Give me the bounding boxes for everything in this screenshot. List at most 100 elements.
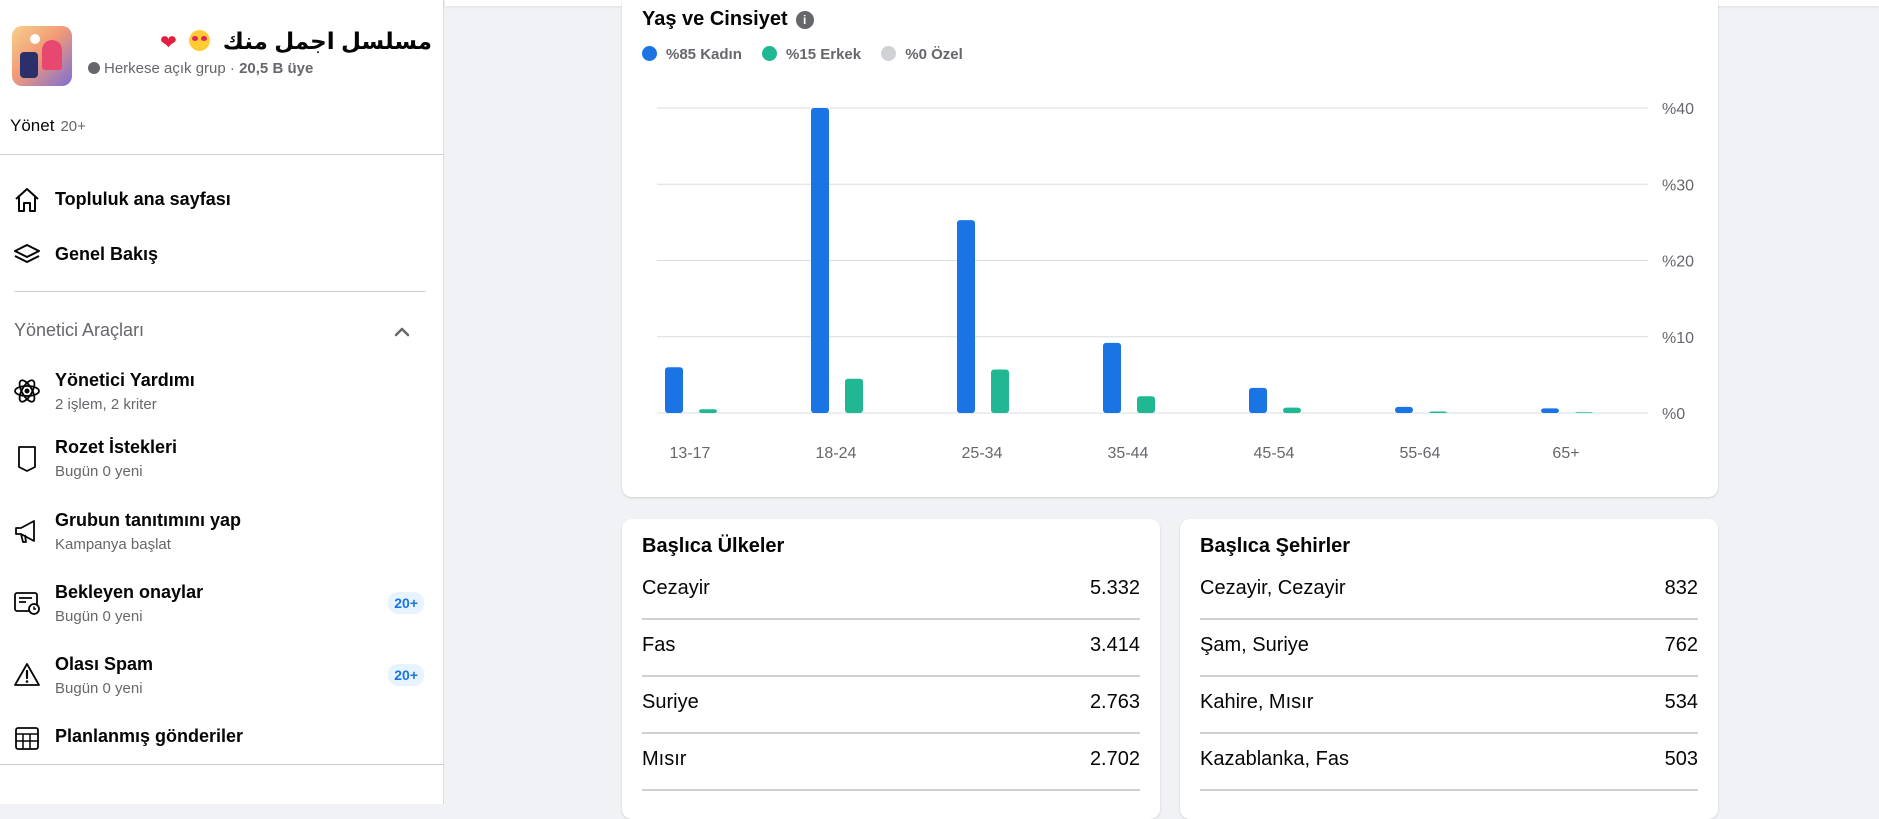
nav-item-scheduled-posts[interactable]: Planlanmış gönderiler: [12, 716, 432, 760]
city-name: Şam, Suriye: [1200, 634, 1309, 656]
age-gender-bar-chart: %0 %10 %20 %30 %40 13-17 18-24 25-34 35-44 45-54 5…: [657, 101, 1694, 462]
country-name: Mısır: [642, 748, 687, 770]
nav-item-potential-spam[interactable]: Olası Spam Bugün 0 yeni 20+: [12, 648, 432, 702]
nav-sublabel: Bugün 0 yeni: [55, 608, 143, 625]
home-icon: [15, 188, 39, 212]
nav-item-community-home[interactable]: Topluluk ana sayfası: [12, 176, 432, 224]
pending-approvals-icon: [14, 592, 40, 615]
nav-item-overview[interactable]: Genel Bakış: [12, 231, 432, 279]
group-header[interactable]: مسلسل اجمل منك ❤ Herkese açık grup · 20,…: [12, 22, 432, 92]
nav-label: Genel Bakış: [55, 244, 159, 264]
meta-separator: ·: [225, 60, 240, 77]
list-item: Cezayir 5.332: [642, 563, 1140, 620]
nav-item-promote-group[interactable]: Grubun tanıtımını yap Kampanya başlat: [12, 504, 432, 558]
y-tick-label: %0: [1662, 406, 1685, 423]
nav-sublabel: Bugün 0 yeni: [55, 680, 143, 697]
nav-item-admin-assist[interactable]: Yönetici Yardımı 2 işlem, 2 kriter: [12, 364, 432, 418]
top-cities-title: Başlıca Şehirler: [1200, 535, 1351, 557]
nav-label: Rozet İstekleri: [55, 437, 178, 457]
divider: [0, 764, 444, 765]
bar-female-45-54[interactable]: [1249, 387, 1267, 413]
top-countries-card: Başlıca Ülkeler Cezayir 5.332 Fas 3.414 …: [622, 519, 1160, 819]
nav-sublabel: 2 işlem, 2 kriter: [55, 396, 157, 413]
nav-label: Planlanmış gönderiler: [55, 726, 244, 746]
bar-female-65+[interactable]: [1541, 408, 1559, 413]
heart-eyes-emoji-icon: [189, 30, 211, 55]
list-item: Suriye 2.763: [642, 677, 1140, 734]
list-item: Şam, Suriye 762: [1200, 620, 1698, 677]
bar-male-25-34[interactable]: [991, 369, 1009, 413]
count-badge: 20+: [388, 664, 424, 686]
country-count: 2.763: [1089, 691, 1140, 713]
list-item: Kahire, Mısır 534: [1200, 677, 1698, 734]
globe-icon: [88, 62, 100, 74]
atom-gear-icon: [14, 379, 40, 403]
bar-male-65+[interactable]: [1575, 412, 1593, 413]
nav-label: Topluluk ana sayfası: [55, 189, 231, 209]
layers-icon: [14, 244, 40, 263]
group-avatar[interactable]: [12, 26, 72, 86]
manage-count: 20+: [60, 118, 86, 135]
x-tick-label: 35-44: [1108, 445, 1149, 462]
group-meta: Herkese açık grup · 20,5 B üye: [88, 60, 313, 77]
city-name: Cezayir, Cezayir: [1200, 577, 1346, 599]
manage-label: Yönet: [10, 116, 55, 135]
heart-emoji-icon: ❤: [160, 32, 178, 54]
warning-icon: [14, 663, 40, 686]
top-countries-title: Başlıca Ülkeler: [642, 535, 785, 557]
top-cities-card: Başlıca Şehirler Cezayir, Cezayir 832 Şa…: [1180, 519, 1718, 819]
y-tick-label: %40: [1662, 101, 1694, 118]
country-name: Cezayir: [642, 577, 710, 599]
bar-male-18-24[interactable]: [845, 378, 863, 413]
nav-label: Olası Spam: [55, 654, 154, 674]
city-name: Kazablanka, Fas: [1200, 748, 1349, 770]
x-tick-label: 55-64: [1400, 445, 1441, 462]
bar-male-45-54[interactable]: [1283, 407, 1301, 413]
age-gender-card: Yaş ve Cinsiyet i %85 Kadın %15 Erkek %0 …: [622, 0, 1718, 497]
x-tick-label: 13-17: [670, 445, 711, 462]
nav-label: Bekleyen onaylar: [55, 582, 204, 602]
x-tick-label: 25-34: [962, 445, 1003, 462]
list-item: Cezayir, Cezayir 832: [1200, 563, 1698, 620]
group-name-text[interactable]: مسلسل اجمل منك: [223, 28, 432, 54]
divider: [14, 291, 426, 292]
x-tick-label: 45-54: [1254, 445, 1295, 462]
chevron-up-icon[interactable]: [392, 322, 412, 342]
bar-male-35-44[interactable]: [1137, 396, 1155, 413]
nav-sublabel: Kampanya başlat: [55, 536, 171, 553]
manage-section-header: Yönet 20+: [10, 116, 86, 136]
megaphone-icon: [15, 520, 35, 543]
nav-label: Yönetici Yardımı: [55, 370, 195, 390]
y-tick-label: %30: [1662, 177, 1694, 194]
admin-tools-title[interactable]: Yönetici Araçları: [14, 320, 144, 341]
country-count: 2.702: [1089, 748, 1140, 770]
bar-male-55-64[interactable]: [1429, 411, 1447, 413]
left-sidebar: مسلسل اجمل منك ❤ Herkese açık grup · 20,…: [0, 0, 444, 804]
nav-item-pending-approvals[interactable]: Bekleyen onaylar Bugün 0 yeni 20+: [12, 576, 432, 630]
bar-female-25-34[interactable]: [957, 220, 975, 413]
list-item: Mısır 2.702: [642, 734, 1140, 791]
list-item: Fas 3.414: [642, 620, 1140, 677]
bar-female-55-64[interactable]: [1395, 406, 1413, 413]
group-name[interactable]: مسلسل اجمل منك ❤: [160, 28, 432, 55]
count-badge: 20+: [388, 592, 424, 614]
bar-female-35-44[interactable]: [1103, 342, 1121, 413]
x-tick-label: 65+: [1552, 445, 1579, 462]
y-tick-label: %20: [1662, 254, 1694, 271]
x-tick-label: 18-24: [816, 445, 857, 462]
badge-icon: [18, 446, 36, 472]
country-count: 5.332: [1089, 577, 1140, 599]
country-name: Suriye: [642, 691, 699, 713]
bar-female-13-17[interactable]: [665, 367, 683, 413]
group-privacy: Herkese açık grup: [104, 60, 226, 77]
nav-item-badge-requests[interactable]: Rozet İstekleri Bugün 0 yeni: [12, 431, 432, 485]
nav-label: Grubun tanıtımını yap: [55, 510, 242, 530]
city-count: 534: [1664, 691, 1698, 713]
list-item: Kazablanka, Fas 503: [1200, 734, 1698, 791]
bar-female-18-24[interactable]: [811, 108, 829, 413]
group-member-count: 20,5 B üye: [239, 60, 314, 77]
country-name: Fas: [642, 634, 676, 656]
city-count: 503: [1664, 748, 1698, 770]
calendar-icon: [15, 727, 39, 750]
bar-male-13-17[interactable]: [699, 409, 717, 413]
